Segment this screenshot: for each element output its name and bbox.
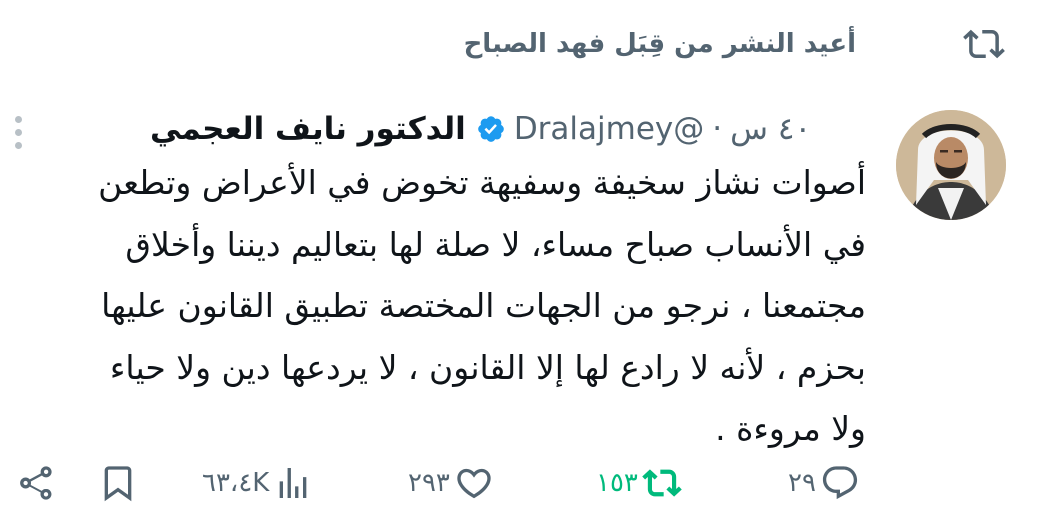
retweet-button[interactable]: ١٥٣ [596,458,682,508]
tweet-text-line: مجتمعنا ، نرجو من الجهات المختصة تطبيق ا… [101,286,866,325]
verified-badge-icon [476,114,506,144]
author-handle[interactable]: @Dralajmey [514,111,704,147]
reply-button[interactable]: ٢٩ [788,458,860,508]
bookmark-button[interactable] [98,458,138,508]
like-button[interactable]: ٢٩٣ [408,458,494,508]
bookmark-icon [104,466,132,502]
tweet-text-line: بحزم ، لأنه لا رادع لها إلا القانون ، لا… [109,347,866,387]
tweet-text-line: في الأنساب صباح مساء، لا صلة لها بتعاليم… [125,224,866,264]
tweet-text: أصوات نشاز سخيفة وسفيهة تخوض في الأعراض … [36,152,866,460]
share-button[interactable] [16,458,56,508]
retweeted-by-text[interactable]: أعيد النشر من قِبَل فهد الصباح [464,29,856,59]
reply-icon [822,466,858,500]
like-count: ٢٩٣ [408,468,450,498]
views-button[interactable]: ٦٣،٤K [202,458,313,508]
tweet-actions: ٦٣،٤K ٢٩٣ ١٥٣ ٢٩ [16,458,872,508]
views-count: ٦٣،٤K [202,468,270,498]
retweet-icon [960,24,1008,64]
avatar[interactable] [896,110,1006,220]
like-icon [457,468,491,499]
share-icon [20,466,52,500]
tweet-text-line: أصوات نشاز سخيفة وسفيهة تخوض في الأعراض … [98,163,866,202]
views-icon [280,468,307,498]
author-name[interactable]: الدكتور نايف العجمي [150,111,466,147]
retweet-banner[interactable]: أعيد النشر من قِبَل فهد الصباح [32,24,1008,64]
tweet-header: الدكتور نايف العجمي @Dralajmey · ٤٠ س [150,104,866,154]
retweet-count: ١٥٣ [596,468,638,498]
separator-dot: · [712,111,723,147]
tweet-time[interactable]: ٤٠ س [730,111,811,147]
more-options-icon[interactable] [8,112,28,152]
retweet-icon [642,469,682,497]
tweet-text-line: ولا مروءة . [715,409,866,448]
reply-count: ٢٩ [788,468,816,498]
